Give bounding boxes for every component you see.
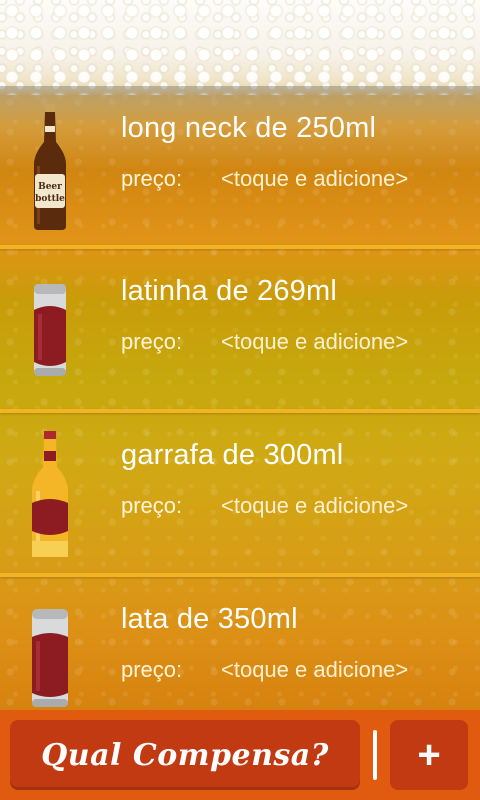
svg-text:Beer: Beer (38, 182, 62, 192)
long-neck-bottle-icon: Beer bottle (10, 86, 90, 248)
svg-text:bottle: bottle (35, 194, 65, 204)
small-can-icon (10, 249, 90, 411)
item-title: latinha de 269ml (121, 275, 338, 307)
item-title: long neck de 250ml (121, 112, 377, 144)
plus-icon: + (417, 733, 441, 777)
bottom-bar: Qual Compensa? + (0, 710, 480, 800)
bottle-icon (10, 413, 90, 575)
item-title: garrafa de 300ml (121, 439, 344, 471)
list-item[interactable]: garrafa de 300ml preço: <toque e adicion… (0, 413, 480, 575)
list-item[interactable]: Beer bottle long neck de 250ml preço: <t… (0, 86, 480, 248)
item-title: lata de 350ml (121, 603, 298, 635)
price-label: preço: (121, 166, 183, 191)
beer-foam (0, 0, 480, 95)
add-button[interactable]: + (390, 720, 468, 790)
price-input-hint[interactable]: <toque e adicione> (221, 166, 408, 192)
price-label: preço: (121, 329, 183, 354)
price-label: preço: (121, 493, 183, 518)
list-item[interactable]: latinha de 269ml preço: <toque e adicion… (0, 249, 480, 411)
price-input-hint[interactable]: <toque e adicione> (221, 329, 408, 355)
price-label: preço: (121, 657, 183, 682)
bar-separator (373, 730, 377, 780)
qual-compensa-label: Qual Compensa? (41, 737, 329, 773)
price-input-hint[interactable]: <toque e adicione> (221, 657, 408, 683)
qual-compensa-button[interactable]: Qual Compensa? (10, 720, 360, 790)
price-input-hint[interactable]: <toque e adicione> (221, 493, 408, 519)
